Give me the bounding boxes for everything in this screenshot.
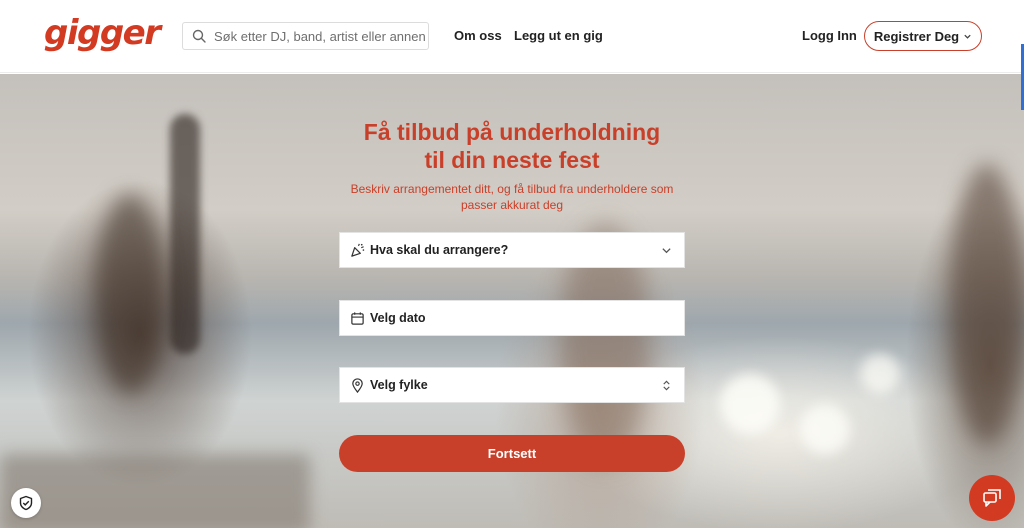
search-box[interactable] — [182, 22, 429, 50]
hero-subtitle-line: Beskriv arrangementet ditt, og få tilbud… — [350, 182, 674, 196]
hero-background-blob — [0, 454, 310, 528]
nav-about-link[interactable]: Om oss — [454, 28, 502, 43]
search-input[interactable] — [214, 23, 426, 49]
calendar-icon — [351, 312, 364, 325]
map-pin-icon — [352, 378, 363, 393]
shield-check-icon — [19, 495, 33, 511]
hero-title-line: til din neste fest — [424, 147, 600, 173]
hero-background-blob — [860, 354, 900, 394]
chat-button[interactable] — [969, 475, 1015, 521]
register-button[interactable]: Registrer Deg — [864, 21, 982, 51]
event-type-label: Hva skal du arrangere? — [370, 243, 509, 257]
hero-subtitle-line: passer akkurat deg — [460, 198, 564, 212]
event-type-select[interactable]: Hva skal du arrangere? — [339, 232, 685, 268]
chat-bubble-icon — [983, 489, 1001, 507]
gigger-logo[interactable]: gigger — [44, 16, 161, 50]
hero-section: Få tilbud på underholdning til din neste… — [0, 74, 1024, 528]
hero-subtitle: Beskriv arrangementet ditt, og få tilbud… — [312, 181, 712, 213]
date-label: Velg dato — [370, 311, 426, 325]
nav-post-gig-link[interactable]: Legg ut en gig — [514, 28, 603, 43]
chevron-down-icon — [662, 248, 671, 254]
hero-background-blob — [170, 114, 200, 354]
continue-button[interactable]: Fortsett — [339, 435, 685, 472]
privacy-shield-button[interactable] — [11, 488, 41, 518]
register-button-label: Registrer Deg — [873, 28, 960, 44]
county-select[interactable]: Velg fylke — [339, 367, 685, 403]
hero-background-blob — [800, 404, 850, 454]
party-popper-icon — [351, 243, 365, 257]
site-header: gigger Om oss Legg ut en gig Logg Inn Re… — [0, 0, 1024, 73]
county-label: Velg fylke — [370, 378, 428, 392]
hero-background-blob — [950, 164, 1024, 444]
search-icon — [192, 29, 206, 43]
chevron-down-icon — [964, 34, 971, 39]
select-updown-icon — [663, 380, 670, 391]
nav-login-link[interactable]: Logg Inn — [802, 28, 857, 43]
hero-title-line: Få tilbud på underholdning — [363, 119, 661, 145]
date-picker-field[interactable]: Velg dato — [339, 300, 685, 336]
hero-title: Få tilbud på underholdning til din neste… — [312, 118, 712, 174]
hero-background-blob — [95, 194, 165, 394]
hero-background-blob — [720, 374, 780, 434]
